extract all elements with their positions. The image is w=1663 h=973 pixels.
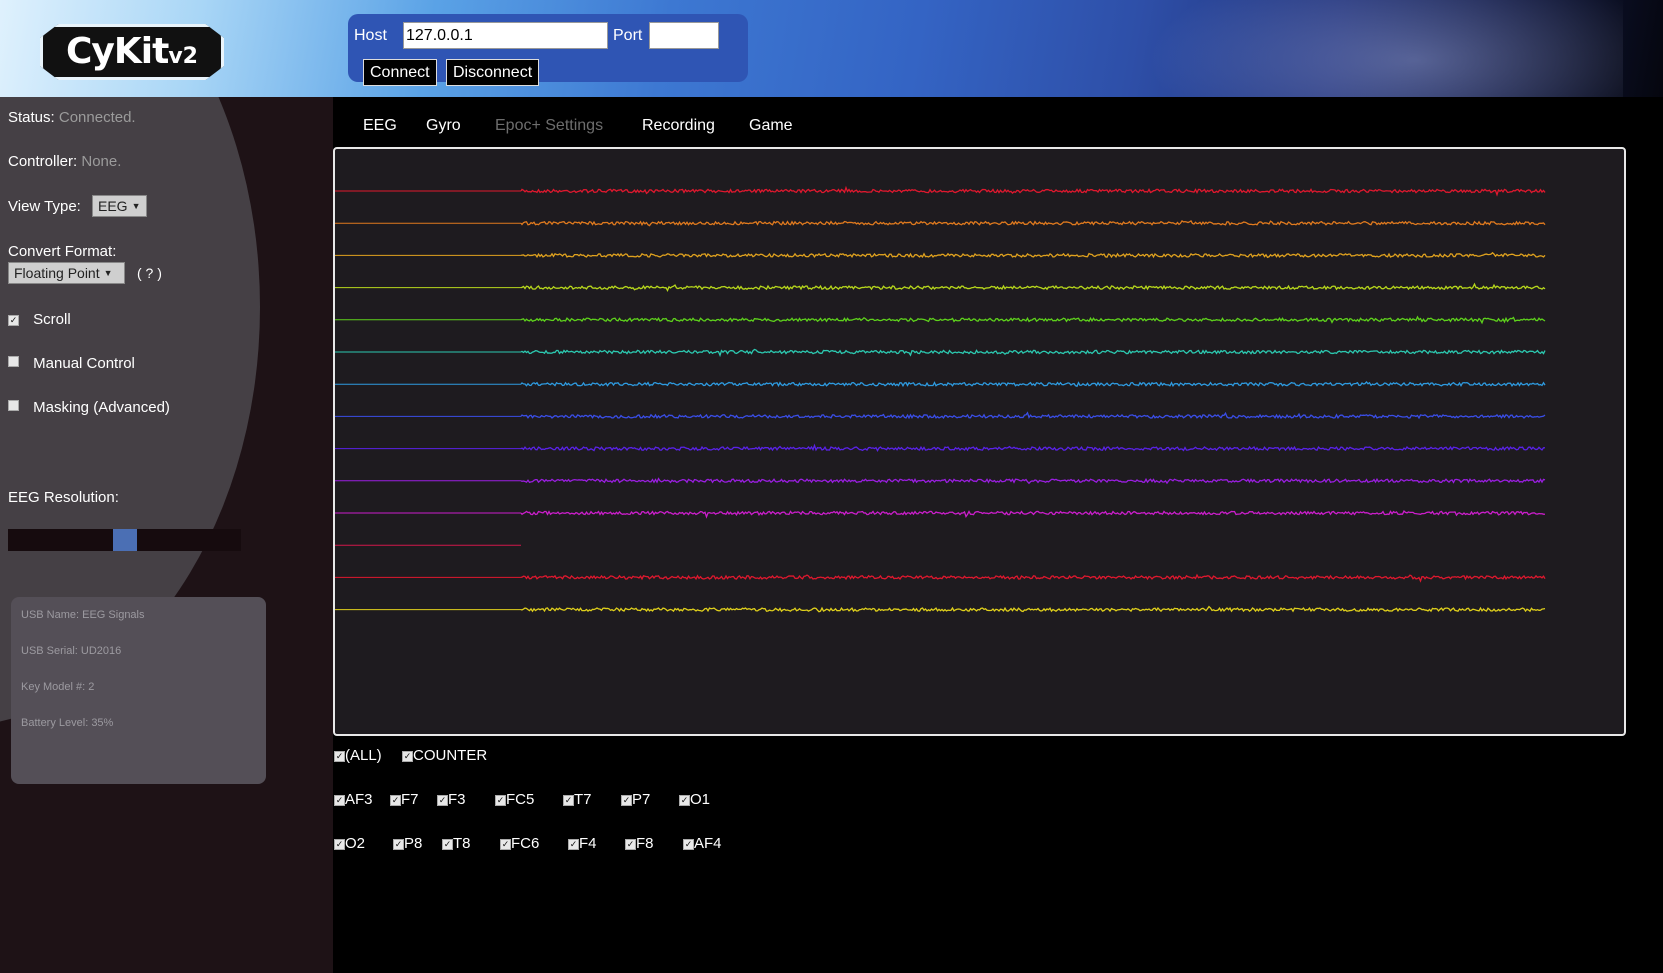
view-type-label: View Type:: [8, 198, 81, 215]
scroll-label: Scroll: [33, 311, 71, 328]
eeg-trace-0: [520, 185, 1546, 197]
tab-recording[interactable]: Recording: [642, 117, 715, 135]
port-label: Port: [613, 27, 643, 44]
convert-format-value: Floating Point: [14, 265, 100, 281]
eeg-trace-10: [520, 510, 1546, 519]
cykit-logo: CyKitv2: [40, 24, 224, 80]
masking-label: Masking (Advanced): [33, 399, 170, 416]
connect-button[interactable]: Connect: [363, 59, 437, 86]
view-type-select[interactable]: EEG ▼: [92, 195, 147, 217]
help-link[interactable]: ( ? ): [137, 265, 162, 281]
tab-gyro[interactable]: Gyro: [426, 117, 461, 135]
chevron-down-icon: ▼: [103, 268, 113, 278]
scroll-checkbox[interactable]: ✓: [8, 315, 19, 326]
eeg-trace-3: [520, 282, 1546, 292]
channel-toggle-af3[interactable]: ✓ AF3: [334, 791, 373, 808]
port-input[interactable]: [649, 22, 719, 49]
convert-format-select[interactable]: Floating Point ▼: [8, 262, 125, 284]
eeg-resolution-slider[interactable]: [8, 529, 241, 551]
manual-control-checkbox[interactable]: [8, 356, 19, 367]
channel-toggle-o1[interactable]: ✓ O1: [679, 791, 710, 808]
header: CyKitv2 Host Port Connect Disconnect: [0, 0, 1663, 97]
logo-main-text: CyKit: [66, 31, 169, 72]
eeg-trace-4: [520, 315, 1546, 325]
channel-toggle-fc6[interactable]: ✓ FC6: [500, 835, 539, 852]
channel-selector: ✓ (ALL) ✓ COUNTER ✓ AF3 ✓ F7 ✓ F3 ✓ FC5 ✓ T7 ✓ P…: [333, 745, 1033, 855]
channel-toggle-fc5[interactable]: ✓ FC5: [495, 791, 534, 808]
usb-serial: USB Serial: UD2016: [21, 645, 122, 657]
key-model: Key Model #: 2: [21, 681, 95, 693]
controller-label: Controller:: [8, 153, 78, 170]
eeg-trace-6: [520, 380, 1546, 388]
eeg-trace-12: [520, 573, 1546, 583]
eeg-traces-svg: [335, 185, 1546, 613]
channel-toggle-f7[interactable]: ✓ F7: [390, 791, 419, 808]
eeg-resolution-label: EEG Resolution:: [8, 489, 119, 506]
channel-toggle-af4[interactable]: ✓ AF4: [683, 835, 722, 852]
eeg-trace-13: [520, 605, 1546, 613]
usb-name: USB Name: EEG Signals: [21, 609, 145, 621]
manual-control-option[interactable]: Manual Control: [8, 355, 135, 372]
tab-game[interactable]: Game: [749, 117, 793, 135]
eeg-trace-5: [520, 348, 1546, 358]
eeg-trace-7: [520, 411, 1546, 420]
view-type-value: EEG: [98, 198, 128, 214]
all-checkbox[interactable]: ✓: [334, 751, 345, 762]
eeg-trace-8: [520, 443, 1546, 452]
counter-checkbox[interactable]: ✓: [402, 751, 413, 762]
manual-control-label: Manual Control: [33, 355, 135, 372]
channel-toggle-p7[interactable]: ✓ P7: [621, 791, 650, 808]
tab-epoc-settings[interactable]: Epoc+ Settings: [495, 117, 603, 135]
host-label: Host: [354, 27, 387, 44]
masking-checkbox[interactable]: [8, 400, 19, 411]
channel-toggle-all[interactable]: ✓ (ALL): [334, 747, 382, 764]
channel-toggle-f8[interactable]: ✓ F8: [625, 835, 654, 852]
eeg-trace-9: [520, 477, 1546, 485]
channel-toggle-p8[interactable]: ✓ P8: [393, 835, 422, 852]
sidebar: Status: Connected. Controller: None. Vie…: [0, 97, 333, 973]
channel-toggle-f3[interactable]: ✓ F3: [437, 791, 466, 808]
tab-eeg[interactable]: EEG: [363, 117, 397, 135]
channel-toggle-f4[interactable]: ✓ F4: [568, 835, 597, 852]
status-row: Status: Connected.: [8, 109, 136, 126]
masking-option[interactable]: Masking (Advanced): [8, 399, 170, 416]
host-input[interactable]: [403, 22, 608, 49]
eeg-trace-2: [520, 251, 1546, 259]
connection-panel: Host Port Connect Disconnect: [348, 14, 748, 86]
eeg-trace-1: [520, 219, 1546, 227]
battery-level: Battery Level: 35%: [21, 717, 114, 729]
channel-toggle-counter[interactable]: ✓ COUNTER: [402, 747, 487, 764]
scroll-option[interactable]: ✓ Scroll: [8, 311, 71, 328]
channel-toggle-o2[interactable]: ✓ O2: [334, 835, 365, 852]
status-value: Connected.: [58, 109, 136, 126]
controller-row: Controller: None.: [8, 153, 121, 170]
eeg-plot: [333, 147, 1626, 736]
logo-version-text: v2: [168, 44, 198, 69]
slider-thumb[interactable]: [113, 529, 137, 551]
channel-toggle-t8[interactable]: ✓ T8: [442, 835, 471, 852]
chevron-down-icon: ▼: [131, 201, 141, 211]
channel-toggle-t7[interactable]: ✓ T7: [563, 791, 592, 808]
convert-format-label: Convert Format:: [8, 243, 117, 260]
controller-value: None.: [81, 153, 122, 170]
disconnect-button[interactable]: Disconnect: [446, 59, 540, 86]
status-label: Status:: [8, 109, 55, 126]
device-info-panel: USB Name: EEG Signals USB Serial: UD2016…: [11, 597, 266, 784]
